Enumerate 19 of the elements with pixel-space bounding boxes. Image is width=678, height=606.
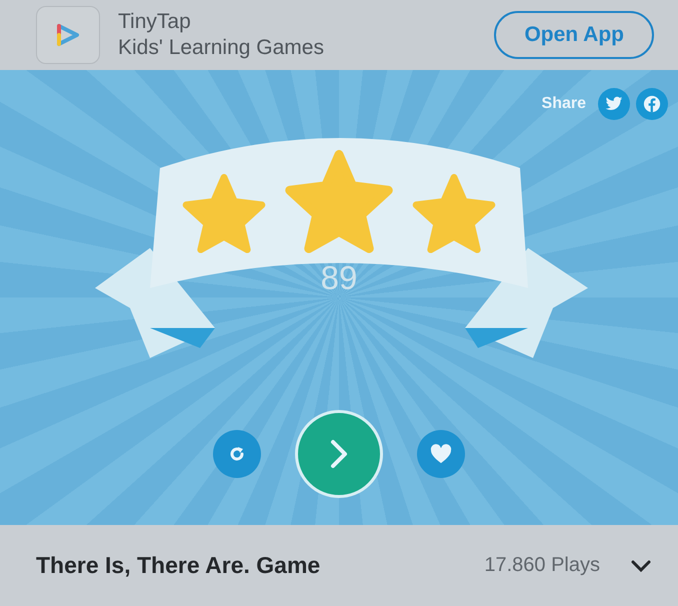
- star-icon: [411, 174, 497, 254]
- star-icon: [181, 174, 267, 254]
- score: 89: [320, 259, 358, 297]
- game-title: There Is, There Are. Game: [36, 552, 322, 579]
- star-icon: [283, 150, 395, 254]
- bird-share-button[interactable]: [598, 88, 630, 120]
- chevron-down-icon[interactable]: [630, 558, 652, 572]
- heart-icon: [430, 444, 452, 464]
- app-icon: [36, 6, 100, 64]
- app-subtitle: Kids' Learning Games: [118, 36, 325, 60]
- f-icon: [643, 95, 661, 113]
- heart-button[interactable]: [417, 430, 465, 478]
- open-app-button[interactable]: Open App: [494, 11, 654, 59]
- bird-icon: [605, 96, 623, 112]
- app-name: TinyTap: [118, 10, 192, 34]
- f-share-button[interactable]: [636, 88, 668, 120]
- plays-count: 17.860 Plays: [484, 554, 600, 577]
- share-label: Share: [542, 95, 586, 113]
- replay-button[interactable]: [213, 430, 261, 478]
